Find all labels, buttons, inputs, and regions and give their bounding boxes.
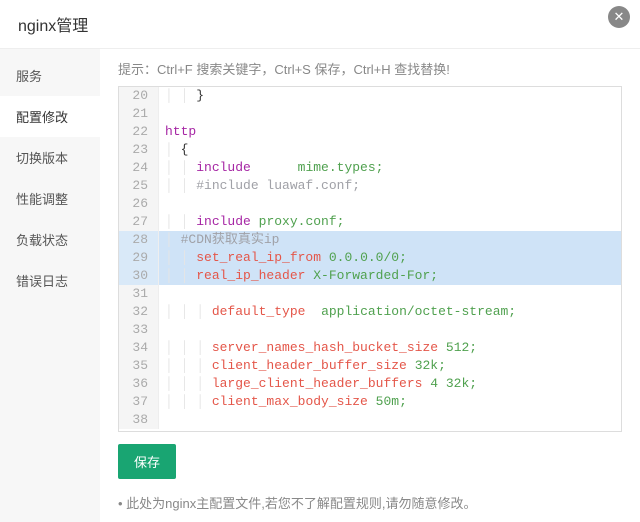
code-content: │ │ include proxy.conf; xyxy=(159,213,621,231)
line-number: 36 xyxy=(119,375,159,393)
sidebar-item[interactable]: 切换版本 xyxy=(0,137,100,178)
sidebar-item[interactable]: 错误日志 xyxy=(0,260,100,301)
code-content: │ { xyxy=(159,141,621,159)
code-content: │ │ │ default_type application/octet-str… xyxy=(159,303,621,321)
line-number: 26 xyxy=(119,195,159,213)
code-line[interactable]: 35│ │ │ client_header_buffer_size 32k; xyxy=(119,357,621,375)
line-number: 30 xyxy=(119,267,159,285)
line-number: 20 xyxy=(119,87,159,105)
code-content: │ │ │ client_max_body_size 50m; xyxy=(159,393,621,411)
code-content: │ │ │ client_header_buffer_size 32k; xyxy=(159,357,621,375)
code-line[interactable]: 38 xyxy=(119,411,621,429)
code-line[interactable]: 30│ │ real_ip_header X-Forwarded-For; xyxy=(119,267,621,285)
line-number: 27 xyxy=(119,213,159,231)
sidebar-item[interactable]: 负载状态 xyxy=(0,219,100,260)
code-content xyxy=(159,105,621,123)
footer-note: 此处为nginx主配置文件,若您不了解配置规则,请勿随意修改。 xyxy=(118,493,622,512)
code-content: │ │ │ large_client_header_buffers 4 32k; xyxy=(159,375,621,393)
line-number: 37 xyxy=(119,393,159,411)
line-number: 33 xyxy=(119,321,159,339)
sidebar-item[interactable]: 性能调整 xyxy=(0,178,100,219)
code-content xyxy=(159,195,621,213)
line-number: 32 xyxy=(119,303,159,321)
code-content: │ #CDN获取真实ip xyxy=(159,231,621,249)
line-number: 29 xyxy=(119,249,159,267)
code-line[interactable]: 21 xyxy=(119,105,621,123)
code-editor[interactable]: 20│ │ }2122http23│ {24│ │ include mime.t… xyxy=(118,86,622,432)
code-line[interactable]: 26 xyxy=(119,195,621,213)
code-content: │ │ real_ip_header X-Forwarded-For; xyxy=(159,267,621,285)
save-button[interactable]: 保存 xyxy=(118,444,176,479)
close-icon[interactable]: ✕ xyxy=(608,6,630,28)
code-line[interactable]: 32│ │ │ default_type application/octet-s… xyxy=(119,303,621,321)
line-number: 34 xyxy=(119,339,159,357)
code-line[interactable]: 36│ │ │ large_client_header_buffers 4 32… xyxy=(119,375,621,393)
line-number: 21 xyxy=(119,105,159,123)
sidebar-item[interactable]: 服务 xyxy=(0,55,100,96)
window-header: nginx管理 ✕ xyxy=(0,0,640,49)
code-line[interactable]: 22http xyxy=(119,123,621,141)
line-number: 23 xyxy=(119,141,159,159)
code-content: │ │ include mime.types; xyxy=(159,159,621,177)
line-number: 38 xyxy=(119,411,159,429)
code-content: http xyxy=(159,123,621,141)
code-line[interactable]: 33 xyxy=(119,321,621,339)
code-line[interactable]: 25│ │ #include luawaf.conf; xyxy=(119,177,621,195)
window-title: nginx管理 xyxy=(18,18,88,35)
code-line[interactable]: 23│ { xyxy=(119,141,621,159)
code-line[interactable]: 31 xyxy=(119,285,621,303)
line-number: 28 xyxy=(119,231,159,249)
hint-text: 提示：Ctrl+F 搜索关键字，Ctrl+S 保存，Ctrl+H 查找替换! xyxy=(118,59,622,78)
code-content: │ │ #include luawaf.conf; xyxy=(159,177,621,195)
sidebar: 服务配置修改切换版本性能调整负载状态错误日志 xyxy=(0,49,100,522)
line-number: 31 xyxy=(119,285,159,303)
body: 服务配置修改切换版本性能调整负载状态错误日志 提示：Ctrl+F 搜索关键字，C… xyxy=(0,49,640,522)
line-number: 25 xyxy=(119,177,159,195)
code-content xyxy=(159,321,621,339)
code-line[interactable]: 20│ │ } xyxy=(119,87,621,105)
code-line[interactable]: 27│ │ include proxy.conf; xyxy=(119,213,621,231)
code-content: │ │ │ server_names_hash_bucket_size 512; xyxy=(159,339,621,357)
code-line[interactable]: 37│ │ │ client_max_body_size 50m; xyxy=(119,393,621,411)
code-content xyxy=(159,411,621,429)
main-panel: 提示：Ctrl+F 搜索关键字，Ctrl+S 保存，Ctrl+H 查找替换! 2… xyxy=(100,49,640,522)
code-content: │ │ } xyxy=(159,87,621,105)
code-content: │ │ set_real_ip_from 0.0.0.0/0; xyxy=(159,249,621,267)
line-number: 24 xyxy=(119,159,159,177)
code-content xyxy=(159,285,621,303)
code-line[interactable]: 28│ #CDN获取真实ip xyxy=(119,231,621,249)
line-number: 22 xyxy=(119,123,159,141)
code-line[interactable]: 24│ │ include mime.types; xyxy=(119,159,621,177)
sidebar-item[interactable]: 配置修改 xyxy=(0,96,100,137)
line-number: 35 xyxy=(119,357,159,375)
code-line[interactable]: 29│ │ set_real_ip_from 0.0.0.0/0; xyxy=(119,249,621,267)
code-line[interactable]: 34│ │ │ server_names_hash_bucket_size 51… xyxy=(119,339,621,357)
actions-bar: 保存 xyxy=(118,444,622,479)
